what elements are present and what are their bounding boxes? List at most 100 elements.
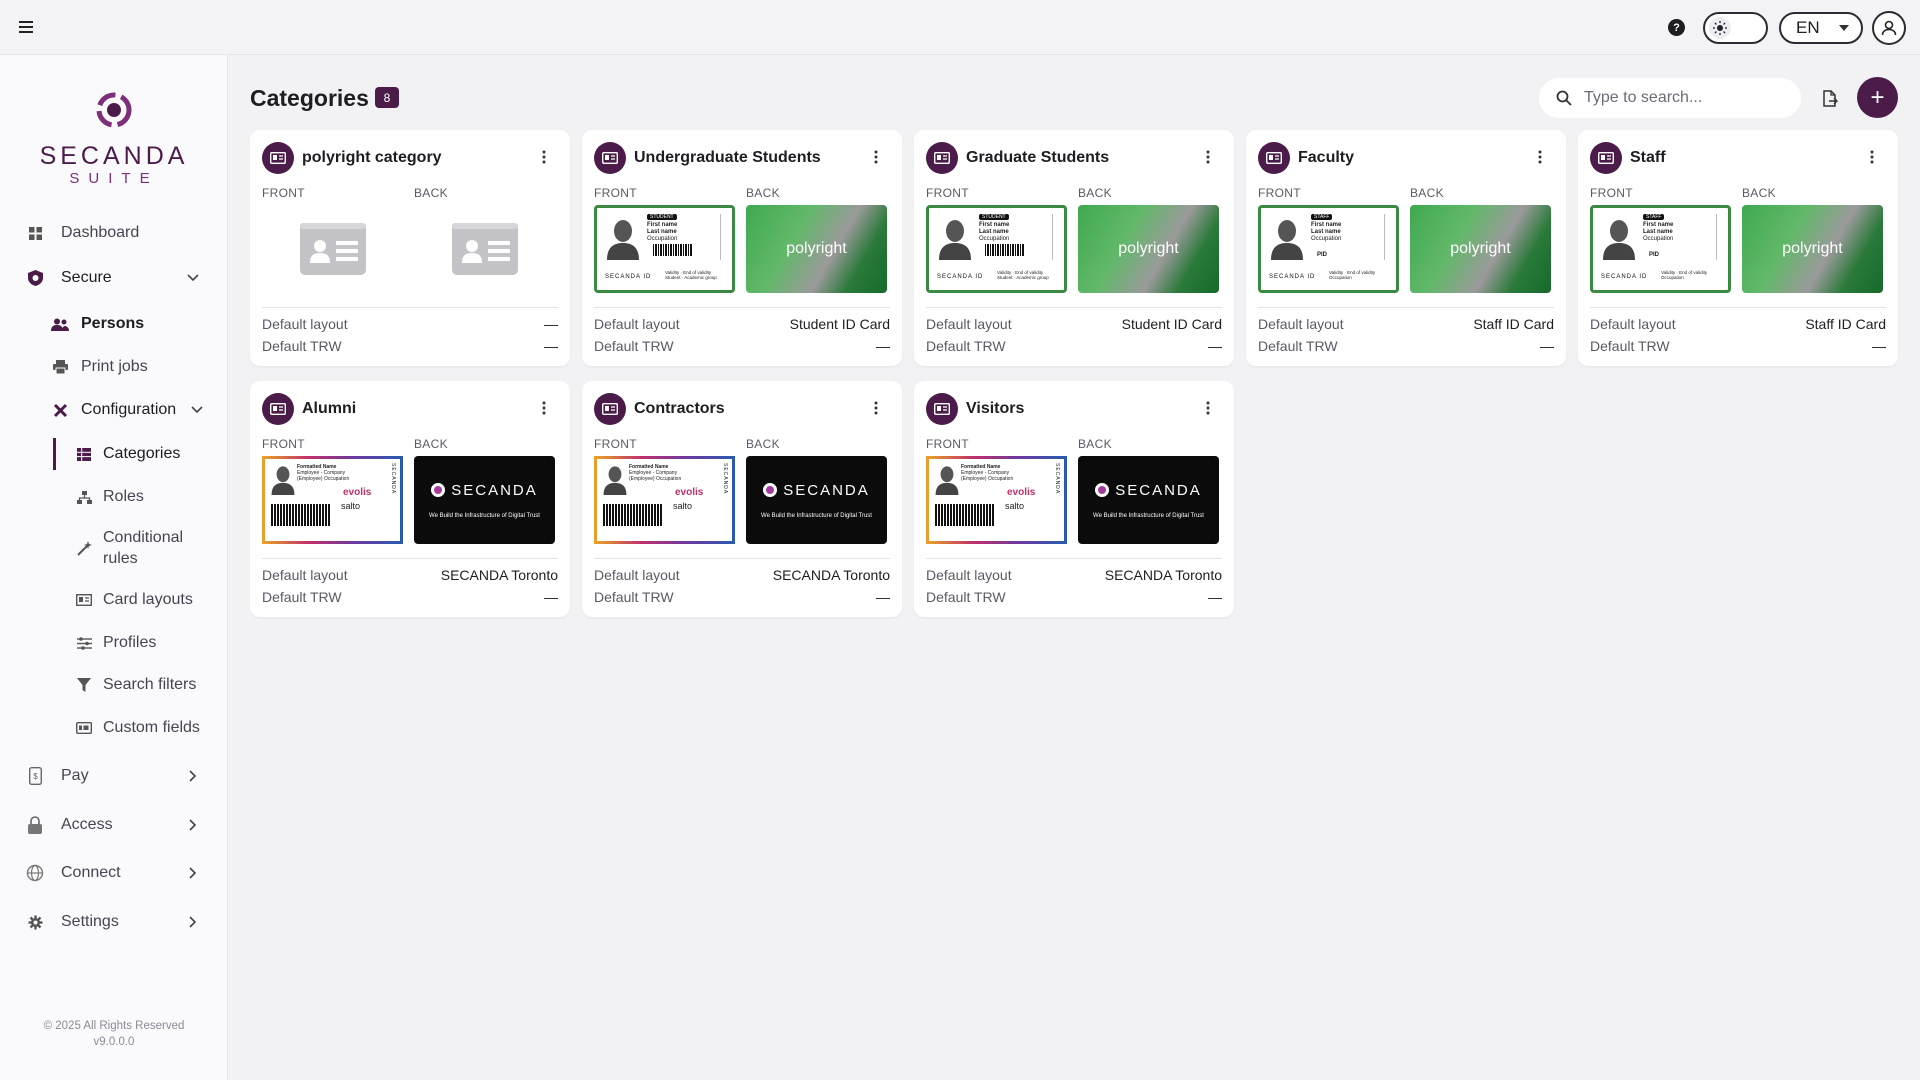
logo-subword: SUITE [69,170,159,187]
secanda-back-logo: SECANDA [1095,482,1202,499]
add-category-button[interactable]: + [1857,77,1898,118]
search-input[interactable] [1584,86,1784,110]
category-card[interactable]: Visitors FRONT BACK Formatted Name Employee … [914,381,1234,617]
search-box[interactable] [1539,78,1801,118]
person-silhouette-icon [1603,218,1635,260]
category-name: Undergraduate Students [634,149,821,166]
evolis-logo: evolis [343,487,372,498]
footer-version: v9.0.0.0 [93,1036,135,1048]
id-card-icon [926,393,958,425]
export-icon[interactable] [1818,86,1842,110]
more-options-icon[interactable] [1536,148,1544,166]
polyright-logo: polyright [1450,240,1511,257]
svg-text:$: $ [33,772,38,781]
default-trw-label: Default TRW [594,338,674,354]
person-silhouette-icon [1271,218,1303,260]
nav-card-layouts[interactable]: Card layouts [0,585,228,615]
polyright-logo: polyright [1118,240,1179,257]
default-layout-value: SECANDA Toronto [772,567,890,583]
sidebar: SECANDA SUITE Dashboard Secure Persons P… [0,55,228,1080]
chevron-right-icon [186,769,200,783]
card-name-field: Formatted Name Employee - Company (Employ… [629,464,682,482]
id-card-icon [1590,142,1622,174]
category-card[interactable]: Staff FRONT BACK STAFF First name Last name Oc… [1578,130,1898,366]
card-brand: SECANDA ID [1269,274,1316,280]
more-options-icon[interactable] [1204,148,1212,166]
category-card[interactable]: Faculty FRONT BACK STAFF First name Last name… [1246,130,1566,366]
front-label: FRONT [594,437,637,451]
nav-pay[interactable]: $ Pay [0,761,228,791]
category-name: polyright category [302,149,442,166]
default-layout-value: Staff ID Card [1805,316,1886,332]
default-trw-value: — [1872,338,1886,354]
hamburger-icon[interactable] [17,18,35,36]
more-options-icon[interactable] [1868,148,1876,166]
default-trw-label: Default TRW [926,338,1006,354]
user-icon[interactable] [1872,11,1906,45]
nav-label: Card layouts [103,591,193,608]
card-back-preview: SECANDA We Build the Infrastructure of Di… [746,456,887,544]
nav-label: Connect [61,864,121,881]
nav-configuration[interactable]: Configuration [0,395,228,425]
nav-label: Dashboard [61,224,140,241]
more-options-icon[interactable] [872,148,880,166]
nav-search-filters[interactable]: Search filters [0,670,228,700]
nav-conditional-rules[interactable]: Conditional rules [0,527,228,569]
nav-connect[interactable]: Connect [0,858,228,888]
nav-label: Settings [61,913,119,930]
back-label: BACK [414,437,448,451]
nav-profiles[interactable]: Profiles [0,628,228,658]
nav-secure[interactable]: Secure [0,263,228,293]
id-card-icon [262,393,294,425]
category-card[interactable]: Graduate Students FRONT BACK STUDENT First n… [914,130,1234,366]
default-layout-label: Default layout [594,316,680,332]
default-layout-value: Student ID Card [789,316,890,332]
secanda-tagline: We Build the Infrastructure of Digital T… [1093,512,1204,519]
card-back-preview: polyright [746,205,887,293]
nav-print-jobs[interactable]: Print jobs [0,352,228,382]
back-label: BACK [746,186,780,200]
category-card[interactable]: polyright category FRONT BACK Default layou… [250,130,570,366]
default-layout-label: Default layout [926,567,1012,583]
nav-label: Configuration [81,401,177,418]
card-name-field: Formatted Name Employee - Company (Employ… [297,464,350,482]
logo-mark-icon [431,483,446,497]
theme-toggle[interactable] [1703,12,1768,44]
printer-icon [51,358,69,376]
person-silhouette-icon [271,465,295,495]
default-layout-label: Default layout [262,316,348,332]
evolis-logo: evolis [1007,487,1036,498]
category-card[interactable]: Undergraduate Students FRONT BACK STUDENT Fi… [582,130,902,366]
logo-word: SECANDA [39,142,189,170]
id-card-icon [262,142,294,174]
category-name: Faculty [1298,149,1355,166]
back-label: BACK [1078,437,1112,451]
id-card-placeholder-icon [299,223,366,275]
salto-logo: salto [341,501,361,511]
nav-dashboard[interactable]: Dashboard [0,218,228,248]
divider [262,558,558,559]
help-icon[interactable]: ? [1668,19,1685,36]
skyline-barcode-icon [603,504,663,526]
nav-access[interactable]: Access [0,810,228,840]
category-card[interactable]: Contractors FRONT BACK Formatted Name Employ… [582,381,902,617]
more-options-icon[interactable] [540,399,548,417]
nav-custom-fields[interactable]: Custom fields [0,713,228,743]
more-options-icon[interactable] [1204,399,1212,417]
nav-roles[interactable]: Roles [0,482,228,512]
category-name: Staff [1630,149,1666,166]
card-name-field: First name Last name Occupation [979,222,1010,242]
card-brand: SECANDA ID [937,274,984,280]
nav-label: Secure [61,269,112,286]
card-front-preview: STUDENT First name Last name Occupation SECA… [594,205,735,293]
more-options-icon[interactable] [872,399,880,417]
more-options-icon[interactable] [540,148,548,166]
default-trw-label: Default TRW [1590,338,1670,354]
chevron-down-icon [1839,25,1849,31]
nav-persons[interactable]: Persons [0,309,228,339]
barcode-icon [985,244,1025,256]
nav-categories[interactable]: Categories [0,439,228,469]
language-select[interactable]: EN [1779,12,1863,44]
nav-settings[interactable]: Settings [0,907,228,937]
category-card[interactable]: Alumni FRONT BACK Formatted Name Employee - … [250,381,570,617]
